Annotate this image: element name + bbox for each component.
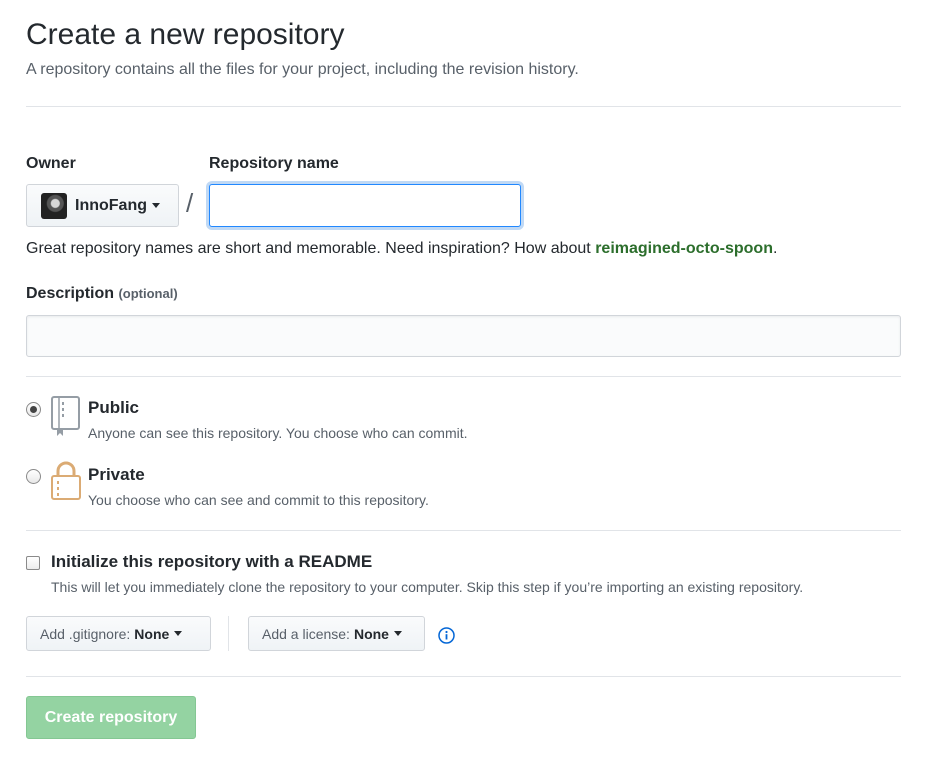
owner-name: InnoFang xyxy=(75,196,147,214)
description-label-text: Description xyxy=(26,285,115,302)
hint-end: . xyxy=(772,240,778,257)
divider xyxy=(26,530,901,531)
lock-icon xyxy=(51,461,81,500)
public-title: Public xyxy=(88,398,140,417)
owner-dropdown[interactable]: InnoFang xyxy=(26,184,179,227)
page-title: Create a new repository xyxy=(26,18,345,51)
repo-book-icon xyxy=(51,396,80,436)
description-input[interactable] xyxy=(26,315,901,357)
avatar xyxy=(41,192,67,219)
license-label: Add a license: xyxy=(262,625,350,642)
create-repository-button[interactable]: Create repository xyxy=(26,696,196,739)
init-readme-desc: This will let you immediately clone the … xyxy=(51,579,804,595)
private-desc: You choose who can see and commit to thi… xyxy=(88,492,429,508)
public-radio[interactable] xyxy=(26,402,41,417)
private-radio[interactable] xyxy=(26,469,41,484)
owner-label: Owner xyxy=(26,155,76,172)
description-label: Description (optional) xyxy=(26,285,178,303)
init-readme-title: Initialize this repository with a README xyxy=(51,552,373,571)
divider xyxy=(26,106,901,107)
caret-down-icon xyxy=(174,631,183,636)
optional-tag: (optional) xyxy=(118,286,178,301)
page-subtitle: A repository contains all the files for … xyxy=(26,61,579,78)
gitignore-dropdown[interactable]: Add .gitignore: None xyxy=(26,616,211,651)
owner-repo-separator: / xyxy=(186,188,194,218)
name-hint: Great repository names are short and mem… xyxy=(26,240,777,258)
public-desc: Anyone can see this repository. You choo… xyxy=(88,425,468,441)
hint-text: Great repository names are short and mem… xyxy=(26,240,596,257)
init-readme-checkbox[interactable] xyxy=(26,556,40,570)
divider xyxy=(26,376,901,377)
divider xyxy=(228,616,229,651)
gitignore-value: None xyxy=(134,625,170,642)
caret-down-icon xyxy=(151,203,160,208)
suggested-name-link[interactable]: reimagined-octo-spoon xyxy=(595,240,773,257)
license-dropdown[interactable]: Add a license: None xyxy=(248,616,425,651)
repo-name-label: Repository name xyxy=(209,155,339,172)
caret-down-icon xyxy=(393,631,402,636)
license-value: None xyxy=(353,625,389,642)
divider xyxy=(26,676,901,677)
info-icon[interactable] xyxy=(438,627,455,644)
repo-name-input[interactable] xyxy=(209,184,521,227)
gitignore-label: Add .gitignore: xyxy=(40,625,131,642)
private-title: Private xyxy=(88,465,145,484)
